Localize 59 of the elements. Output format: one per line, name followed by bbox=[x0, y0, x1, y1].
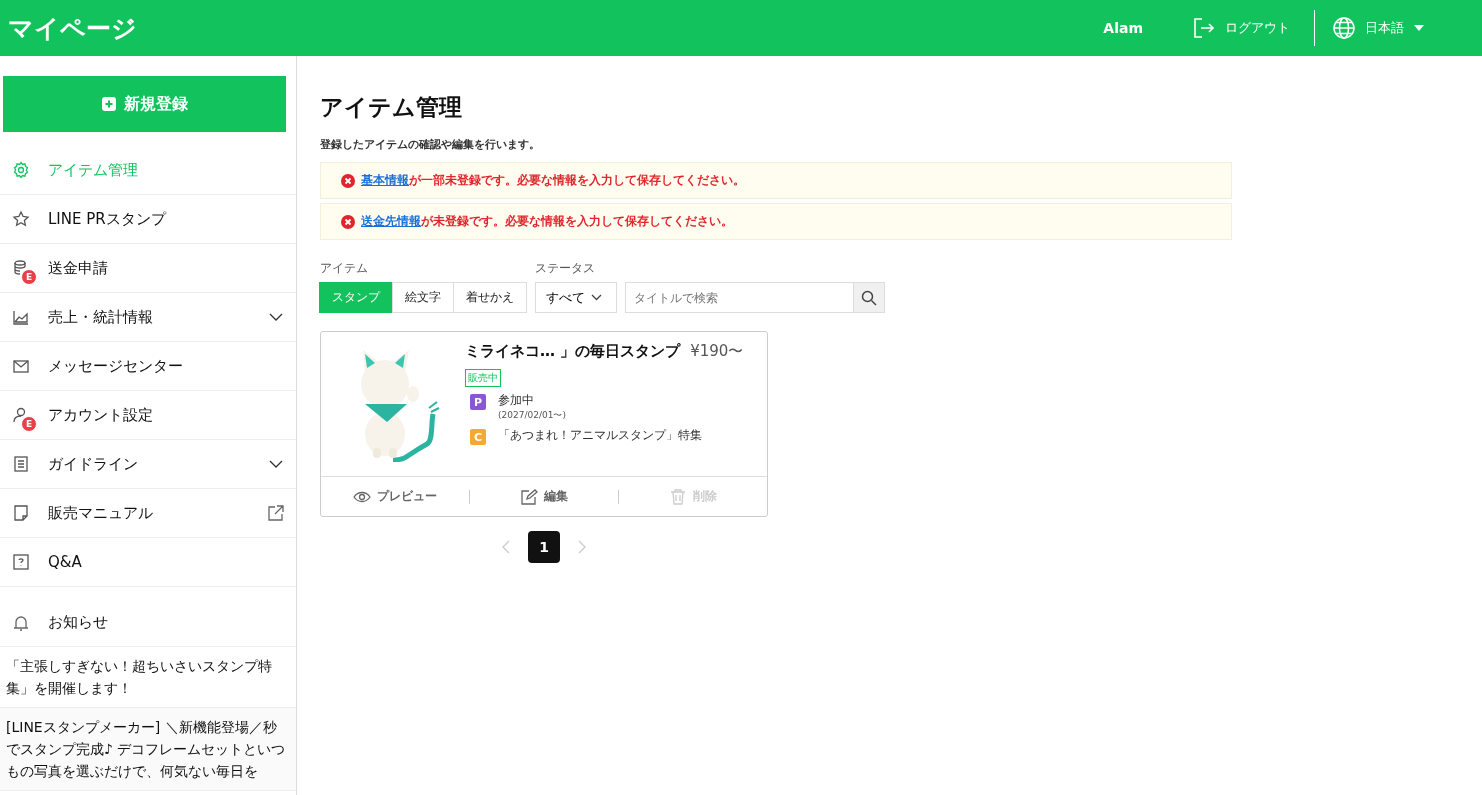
nav-item[interactable]: ガイドライン bbox=[0, 440, 296, 489]
nav-item[interactable]: メッセージセンター bbox=[0, 342, 296, 391]
error-badge: E bbox=[21, 416, 37, 432]
filter-label: ステータス bbox=[535, 260, 596, 277]
nav-item[interactable]: 売上・統計情報 bbox=[0, 293, 296, 342]
campaign-text: 「あつまれ！アニマルスタンプ」特集 bbox=[498, 427, 702, 444]
nav-item[interactable]: E 送金申請 bbox=[0, 244, 296, 293]
campaign-badge: P bbox=[470, 394, 486, 410]
external-link-icon bbox=[268, 505, 284, 521]
section-title: アイテム管理 bbox=[320, 93, 463, 122]
page-title: マイページ bbox=[8, 12, 138, 45]
filter-label: アイテム bbox=[320, 260, 369, 277]
search-icon bbox=[861, 289, 877, 306]
alert-message: 送金先情報が未登録です。必要な情報を入力して保存してください。 bbox=[361, 213, 733, 230]
error-badge: E bbox=[21, 269, 37, 285]
alert-link[interactable]: 基本情報 bbox=[361, 173, 409, 187]
page-icon bbox=[12, 504, 30, 522]
news-item[interactable]: [LINEスタンプメーカー] ＼新機能登場／秒でスタンプ完成♪ デコフレームセットといつもの写真を選ぶだけで、何気ない毎日を bbox=[0, 708, 296, 791]
error-icon bbox=[341, 214, 355, 229]
campaign-badge: C bbox=[470, 429, 486, 445]
chart-icon bbox=[12, 308, 30, 326]
status-tag: 販売中 bbox=[465, 369, 501, 387]
edit-button[interactable]: 編集 bbox=[470, 487, 618, 506]
star-icon bbox=[12, 210, 30, 228]
chevron-icon[interactable] bbox=[268, 459, 284, 469]
item-type-tab[interactable]: 絵文字 bbox=[392, 282, 454, 313]
status-dropdown[interactable]: すべて bbox=[535, 282, 617, 313]
campaign-text: 参加中 bbox=[498, 392, 535, 409]
page-button[interactable]: 1 bbox=[528, 531, 560, 563]
nav-item[interactable]: LINE PRスタンプ bbox=[0, 195, 296, 244]
campaign-date: (2027/02/01〜) bbox=[498, 409, 566, 422]
error-icon bbox=[341, 173, 355, 188]
document-icon bbox=[12, 455, 30, 473]
preview-button[interactable]: プレビュー bbox=[321, 487, 469, 506]
trash-icon bbox=[669, 488, 687, 505]
search-field[interactable]: タイトルで検索 bbox=[625, 282, 853, 313]
plus-icon bbox=[101, 97, 116, 111]
item-type-tab[interactable]: 着せかえ bbox=[453, 282, 527, 313]
section-description: 登録したアイテムの確認や編集を行います。 bbox=[320, 137, 541, 152]
nav-item[interactable]: 販売マニュアル bbox=[0, 489, 296, 538]
question-icon bbox=[12, 553, 30, 571]
nav-item[interactable]: E アカウント設定 bbox=[0, 391, 296, 440]
mail-icon bbox=[12, 357, 30, 375]
item-title: ミライネコ… 」の毎日スタンプ bbox=[465, 342, 681, 361]
alert-link[interactable]: 送金先情報 bbox=[361, 214, 421, 228]
gear-icon bbox=[12, 161, 30, 179]
item-price: ¥190〜 bbox=[690, 342, 744, 361]
user-name: Alam bbox=[1103, 20, 1143, 36]
nav-item[interactable]: Q&A bbox=[0, 538, 296, 587]
chevron-icon[interactable] bbox=[268, 312, 284, 322]
chevron-icon bbox=[591, 294, 602, 301]
caret-icon bbox=[1414, 25, 1424, 31]
search-button[interactable] bbox=[853, 282, 885, 313]
globe-icon bbox=[1333, 17, 1355, 39]
edit-icon bbox=[520, 488, 538, 505]
news-heading: お知らせ bbox=[48, 613, 108, 632]
logout-icon bbox=[1193, 17, 1215, 39]
bell-icon bbox=[12, 613, 30, 632]
alert-message: 基本情報が一部未登録です。必要な情報を入力して保存してください。 bbox=[361, 172, 745, 189]
